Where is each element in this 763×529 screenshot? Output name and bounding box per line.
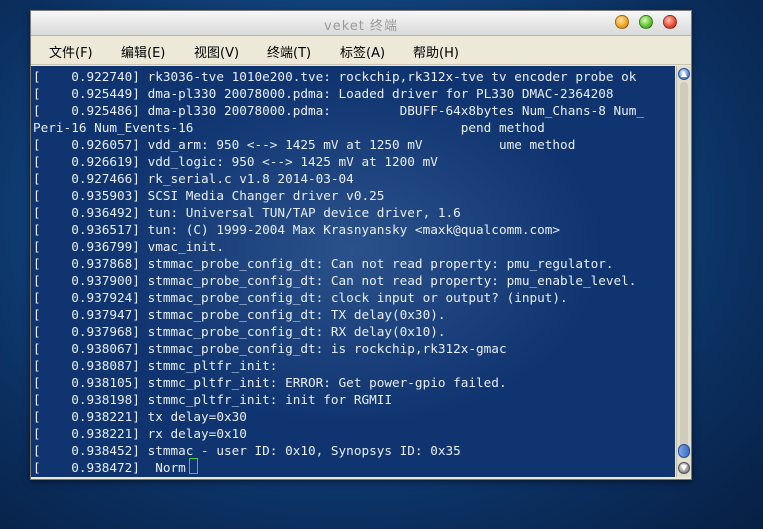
terminal-line: [ 0.937924] stmmac_probe_config_dt: cloc… [33, 290, 568, 305]
terminal-line: Peri-16 Num_Events-16 pend method [33, 120, 545, 135]
menu-tabs[interactable]: 标签(A) [340, 42, 385, 61]
terminal-line: [ 0.937947] stmmac_probe_config_dt: TX d… [33, 307, 446, 322]
menu-edit[interactable]: 编辑(E) [121, 42, 165, 61]
menu-view[interactable]: 视图(V) [194, 42, 239, 61]
terminal-line: [ 0.936799] vmac_init. [33, 239, 224, 254]
menu-bar: 文件(F) 编辑(E) 视图(V) 终端(T) 标签(A) 帮助(H) [31, 36, 691, 65]
window-title: veket 终端 [324, 19, 398, 34]
terminal-line: [ 0.937968] stmmac_probe_config_dt: RX d… [33, 324, 446, 339]
minimize-button[interactable] [615, 15, 629, 29]
scroll-track[interactable] [680, 82, 688, 456]
maximize-button[interactable] [639, 15, 653, 29]
menu-help[interactable]: 帮助(H) [413, 42, 459, 61]
scroll-up-arrow-icon[interactable]: ▲ [678, 68, 690, 80]
terminal-line: [ 0.938198] stmmc_pltfr_init: init for R… [33, 392, 393, 407]
terminal-line: [ 0.935903] SCSI Media Changer driver v0… [33, 188, 385, 203]
terminal-line: [ 0.925449] dma-pl330 20078000.pdma: Loa… [33, 86, 614, 101]
terminal-line: [ 0.925486] dma-pl330 20078000.pdma: DBU… [33, 103, 645, 118]
terminal-line: [ 0.938067] stmmac_probe_config_dt: is r… [33, 341, 507, 356]
terminal-output[interactable]: [ 0.922740] rk3036-tve 1010e200.tve: roc… [31, 66, 675, 477]
text-cursor [189, 458, 198, 474]
terminal-line: [ 0.936517] tun: (C) 1999-2004 Max Krasn… [33, 222, 561, 237]
terminal-line: [ 0.938452] stmmac - user ID: 0x10, Syno… [33, 443, 461, 458]
terminal-line: [ 0.936492] tun: Universal TUN/TAP devic… [33, 205, 461, 220]
terminal-line: [ 0.937868] stmmac_probe_config_dt: Can … [33, 256, 614, 271]
menu-file[interactable]: 文件(F) [49, 42, 93, 61]
terminal-line: [ 0.938221] tx delay=0x30 [33, 409, 247, 424]
menu-terminal[interactable]: 终端(T) [267, 42, 311, 61]
terminal-line: [ 0.926619] vdd_logic: 950 <--> 1425 mV … [33, 154, 438, 169]
terminal-line: [ 0.922740] rk3036-tve 1010e200.tve: roc… [33, 69, 637, 84]
scroll-thumb[interactable] [678, 444, 690, 458]
terminal-line: [ 0.927466] rk_serial.c v1.8 2014-03-04 [33, 171, 354, 186]
terminal-line: [ 0.938105] stmmc_pltfr_init: ERROR: Get… [33, 375, 507, 390]
vertical-scrollbar[interactable]: ▲ ▼ [676, 66, 691, 477]
terminal-line: [ 0.926057] vdd_arm: 950 <--> 1425 mV at… [33, 137, 576, 152]
title-bar[interactable]: veket 终端 [31, 11, 691, 36]
terminal-line: [ 0.938221] rx delay=0x10 [33, 426, 247, 441]
terminal-window: veket 终端 文件(F) 编辑(E) 视图(V) 终端(T) 标签(A) 帮… [30, 10, 692, 480]
terminal-line: [ 0.938472] Norm [33, 460, 186, 475]
terminal-line: [ 0.937900] stmmac_probe_config_dt: Can … [33, 273, 637, 288]
terminal-line: [ 0.938087] stmmc_pltfr_init: [33, 358, 278, 373]
scroll-down-arrow-icon[interactable]: ▼ [678, 462, 690, 474]
close-button[interactable] [663, 15, 677, 29]
